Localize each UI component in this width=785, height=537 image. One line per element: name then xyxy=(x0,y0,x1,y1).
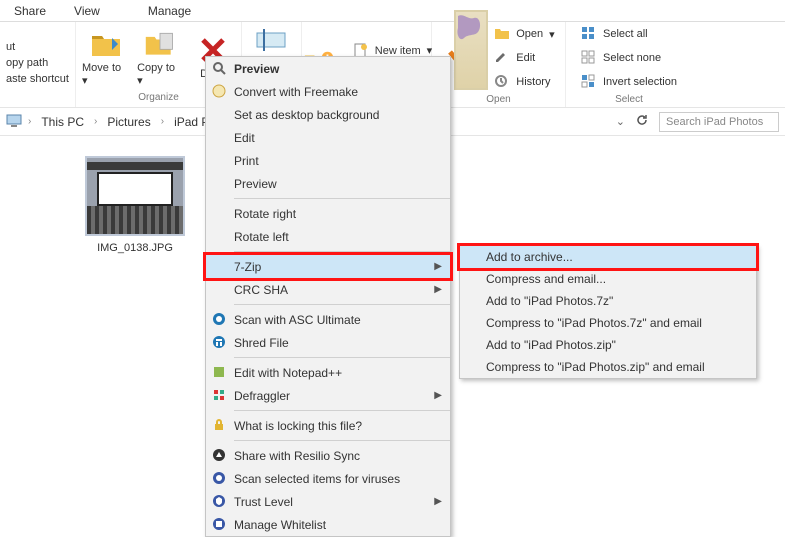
asc-icon xyxy=(212,312,228,328)
chevron-right-icon[interactable]: › xyxy=(161,116,164,127)
tab-manage[interactable]: Manage xyxy=(134,2,205,20)
clipboard-paste-shortcut[interactable]: aste shortcut xyxy=(6,73,69,85)
whitelist-icon xyxy=(212,517,228,533)
cm-7zip[interactable]: 7-Zip ▶ xyxy=(206,255,450,278)
cm-defraggler[interactable]: Defraggler ▶ xyxy=(206,384,450,407)
cm-rotate-left[interactable]: Rotate left xyxy=(206,225,450,248)
tab-share[interactable]: Share xyxy=(0,2,60,20)
cm-resilio[interactable]: Share with Resilio Sync xyxy=(206,444,450,467)
history-icon xyxy=(494,74,510,90)
chevron-right-icon[interactable]: › xyxy=(28,116,31,127)
separator xyxy=(234,357,450,358)
open-button[interactable]: Open ▾ xyxy=(490,24,558,44)
history-button[interactable]: History xyxy=(490,72,558,92)
submenu-arrow-icon: ▶ xyxy=(434,261,442,272)
tab-view[interactable]: View xyxy=(60,2,114,20)
sm-compress-7z[interactable]: Compress to "iPad Photos.7z" and email xyxy=(460,312,756,334)
move-to-label: Move to ▾ xyxy=(82,62,129,87)
file-thumbnail-partial-2[interactable] xyxy=(454,10,488,90)
freemake-icon xyxy=(212,84,228,100)
sm-add-7z[interactable]: Add to "iPad Photos.7z" xyxy=(460,290,756,312)
invert-selection-button[interactable]: Invert selection xyxy=(577,72,681,92)
select-none-button[interactable]: Select none xyxy=(577,48,681,68)
invert-icon xyxy=(581,74,597,90)
submenu-arrow-icon: ▶ xyxy=(434,284,442,295)
submenu-7zip: Add to archive... Compress and email... … xyxy=(459,245,757,379)
file-thumbnail[interactable]: IMG_0138.JPG xyxy=(80,156,190,254)
crumb-pictures[interactable]: Pictures xyxy=(103,113,154,131)
lock-icon xyxy=(212,418,228,434)
select-all-icon xyxy=(581,26,597,42)
folder-open-icon xyxy=(494,26,510,42)
cm-preview[interactable]: Preview xyxy=(206,57,450,80)
search-input[interactable]: Search iPad Photos xyxy=(659,112,779,132)
cm-whitelist[interactable]: Manage Whitelist xyxy=(206,513,450,536)
thumbnail-label: IMG_0138.JPG xyxy=(97,242,173,254)
cm-preview2[interactable]: Preview xyxy=(206,172,450,195)
separator xyxy=(234,440,450,441)
cm-locking[interactable]: What is locking this file? xyxy=(206,414,450,437)
chevron-right-icon[interactable]: › xyxy=(94,116,97,127)
copy-to-button[interactable]: Copy to ▾ xyxy=(137,28,183,87)
virus-scan-icon xyxy=(212,471,228,487)
cm-trust-level[interactable]: Trust Level ▶ xyxy=(206,490,450,513)
chevron-down-icon[interactable]: ⌄ xyxy=(616,115,625,128)
separator xyxy=(234,304,450,305)
cm-desktop-bg[interactable]: Set as desktop background xyxy=(206,103,450,126)
context-menu: Preview Convert with Freemake Set as des… xyxy=(205,56,451,537)
clipboard-copy-path[interactable]: opy path xyxy=(6,57,69,69)
crumb-this-pc[interactable]: This PC xyxy=(37,113,88,131)
refresh-icon[interactable] xyxy=(635,113,649,130)
cm-rotate-right[interactable]: Rotate right xyxy=(206,202,450,225)
cm-asc-scan[interactable]: Scan with ASC Ultimate xyxy=(206,308,450,331)
separator xyxy=(234,410,450,411)
select-none-icon xyxy=(581,50,597,66)
resilio-icon xyxy=(212,448,228,464)
organize-group-label: Organize xyxy=(138,90,179,105)
rename-icon[interactable] xyxy=(255,24,287,56)
cm-scan-virus[interactable]: Scan selected items for viruses xyxy=(206,467,450,490)
copy-to-label: Copy to ▾ xyxy=(137,62,183,87)
trust-icon xyxy=(212,494,228,510)
select-group-label: Select xyxy=(615,92,643,107)
sm-add-zip[interactable]: Add to "iPad Photos.zip" xyxy=(460,334,756,356)
pc-icon[interactable] xyxy=(6,114,22,130)
select-all-button[interactable]: Select all xyxy=(577,24,681,44)
shred-icon xyxy=(212,335,228,351)
edit-button[interactable]: Edit xyxy=(490,48,558,68)
cm-print[interactable]: Print xyxy=(206,149,450,172)
sm-compress-zip[interactable]: Compress to "iPad Photos.zip" and email xyxy=(460,356,756,378)
submenu-arrow-icon: ▶ xyxy=(434,496,442,507)
separator xyxy=(234,198,450,199)
cm-shred[interactable]: Shred File xyxy=(206,331,450,354)
cm-crc[interactable]: CRC SHA▶ xyxy=(206,278,450,301)
sm-compress-email[interactable]: Compress and email... xyxy=(460,268,756,290)
move-to-button[interactable]: Move to ▾ xyxy=(82,28,129,87)
defraggler-icon xyxy=(212,388,228,404)
clipboard-cut[interactable]: ut xyxy=(6,41,69,53)
cm-freemake[interactable]: Convert with Freemake xyxy=(206,80,450,103)
cm-notepadpp[interactable]: Edit with Notepad++ xyxy=(206,361,450,384)
pencil-icon xyxy=(494,50,510,66)
folder-move-icon xyxy=(90,28,122,60)
folder-copy-icon xyxy=(144,28,176,60)
thumbnail-image xyxy=(85,156,185,236)
submenu-arrow-icon: ▶ xyxy=(434,390,442,401)
notepadpp-icon xyxy=(212,365,228,381)
sm-add-archive[interactable]: Add to archive... xyxy=(460,246,756,268)
cm-edit[interactable]: Edit xyxy=(206,126,450,149)
preview-icon xyxy=(212,61,228,77)
separator xyxy=(234,251,450,252)
open-group-label: Open xyxy=(486,92,510,107)
